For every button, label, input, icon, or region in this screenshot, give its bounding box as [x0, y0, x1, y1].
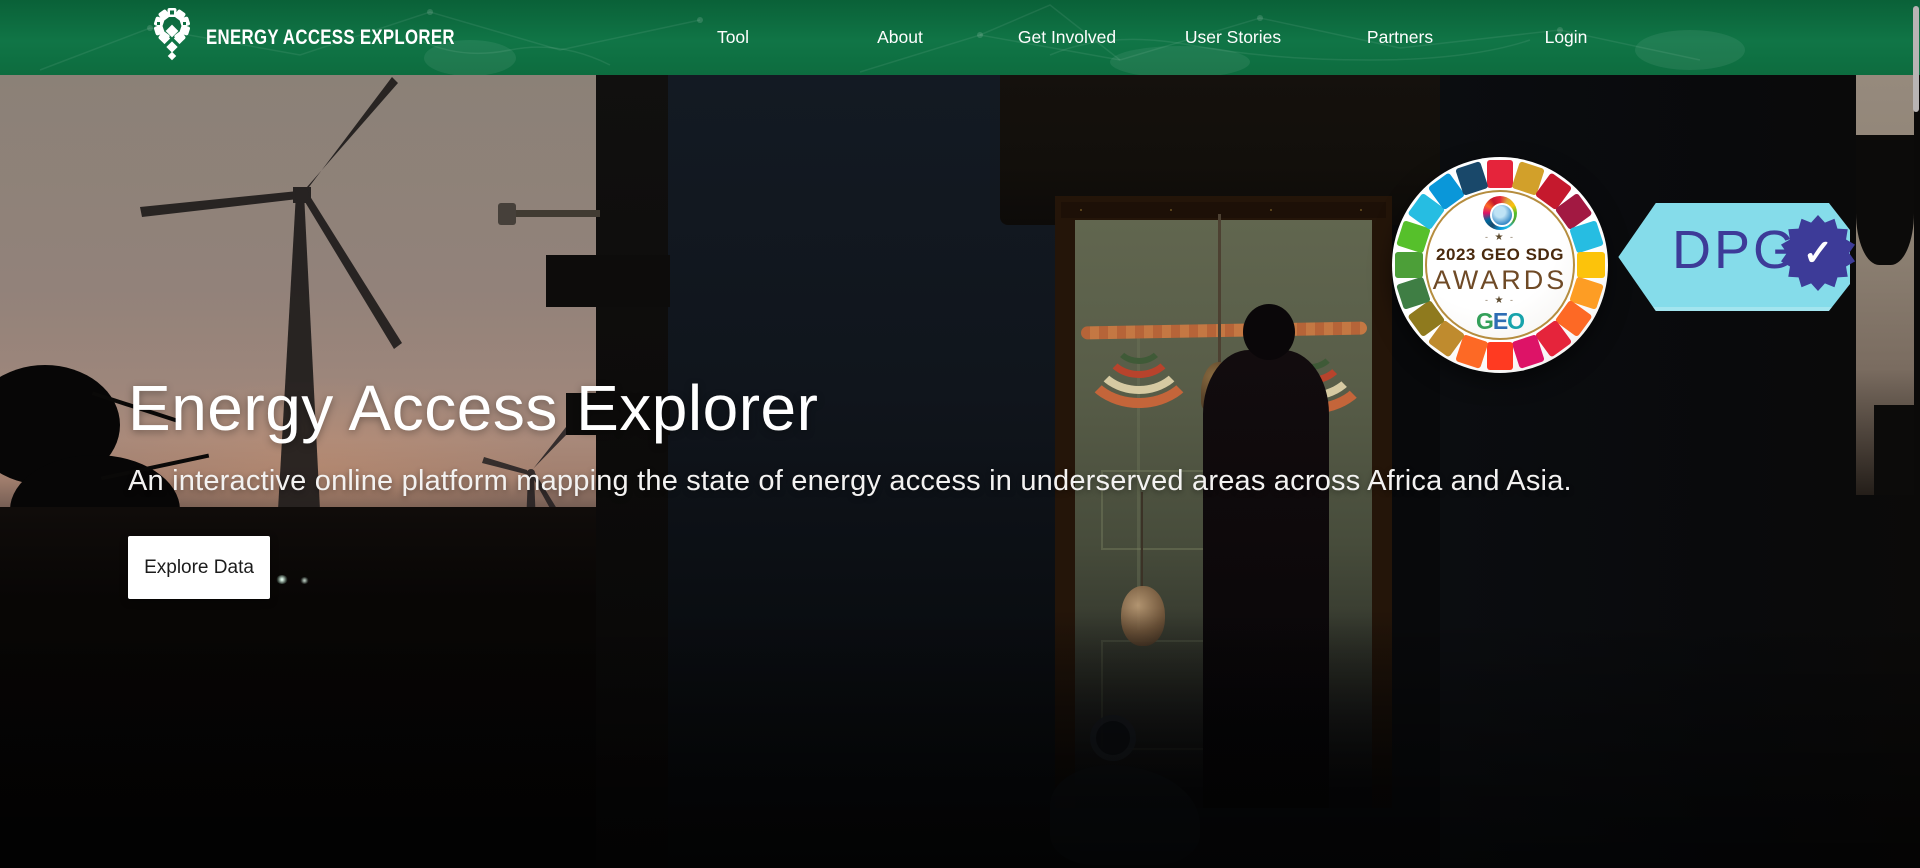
- sdg-badge-center: - ★ - 2023 GEO SDG AWARDS - ★ - GEO: [1425, 190, 1575, 340]
- nav-item-login[interactable]: Login: [1545, 0, 1588, 75]
- nav-item-get-involved[interactable]: Get Involved: [1018, 0, 1116, 75]
- sdg-ring-segment: [1577, 252, 1605, 278]
- pillar-cornice: [546, 255, 670, 307]
- distant-light: [276, 575, 288, 584]
- hero-section: Energy Access Explorer An interactive on…: [0, 75, 1920, 868]
- dpg-label: DPG: [1672, 219, 1798, 281]
- sdg-ring-segment: [1487, 160, 1513, 188]
- sdg-ring-segment: [1487, 342, 1513, 370]
- person-silhouette-head: [1243, 304, 1295, 360]
- star-separator: - ★ -: [1485, 232, 1515, 243]
- bottom-vignette: [0, 615, 1920, 868]
- door-top-frame: [1061, 202, 1386, 218]
- hero-subtitle: An interactive online platform mapping t…: [128, 465, 1572, 498]
- brand-name: ENERGY ACCESS EXPLORER: [206, 26, 455, 50]
- geo-logo: GEO: [1476, 308, 1524, 335]
- award-title-line1: 2023 GEO SDG: [1436, 245, 1564, 265]
- sdg-ring-segment: [1395, 252, 1423, 278]
- flag-rod: [508, 210, 600, 217]
- landing-page: Energy Access Explorer An interactive on…: [0, 0, 1920, 868]
- lamp-chain: [1141, 492, 1143, 588]
- distant-light: [300, 577, 309, 584]
- nav-item-user-stories[interactable]: User Stories: [1185, 0, 1281, 75]
- garland-swag-left-green: [1113, 320, 1165, 364]
- page-title: Energy Access Explorer: [128, 371, 818, 445]
- sky-right-edge: [1856, 75, 1914, 495]
- flag-rod-knob: [498, 203, 516, 225]
- bell-chain: [1218, 214, 1221, 364]
- sdg-wheel-icon: [1483, 196, 1517, 230]
- nav-item-about[interactable]: About: [877, 0, 923, 75]
- scrollbar-thumb[interactable]: [1913, 6, 1919, 112]
- explore-data-button[interactable]: Explore Data: [128, 536, 270, 599]
- nav-item-tool[interactable]: Tool: [717, 0, 749, 75]
- geo-sdg-award-badge: - ★ - 2023 GEO SDG AWARDS - ★ - GEO: [1392, 157, 1608, 373]
- top-navigation-bar: ENERGY ACCESS EXPLORER Tool About Get In…: [0, 0, 1920, 75]
- award-title-line2: AWARDS: [1433, 265, 1568, 295]
- nav-item-partners[interactable]: Partners: [1367, 0, 1433, 75]
- energy-access-explorer-logo-icon: [146, 6, 198, 70]
- check-icon: ✓: [1803, 235, 1833, 271]
- dpg-badge: DPG ✓: [1616, 203, 1850, 311]
- brand[interactable]: ENERGY ACCESS EXPLORER: [146, 6, 517, 70]
- star-separator: - ★ -: [1485, 295, 1515, 306]
